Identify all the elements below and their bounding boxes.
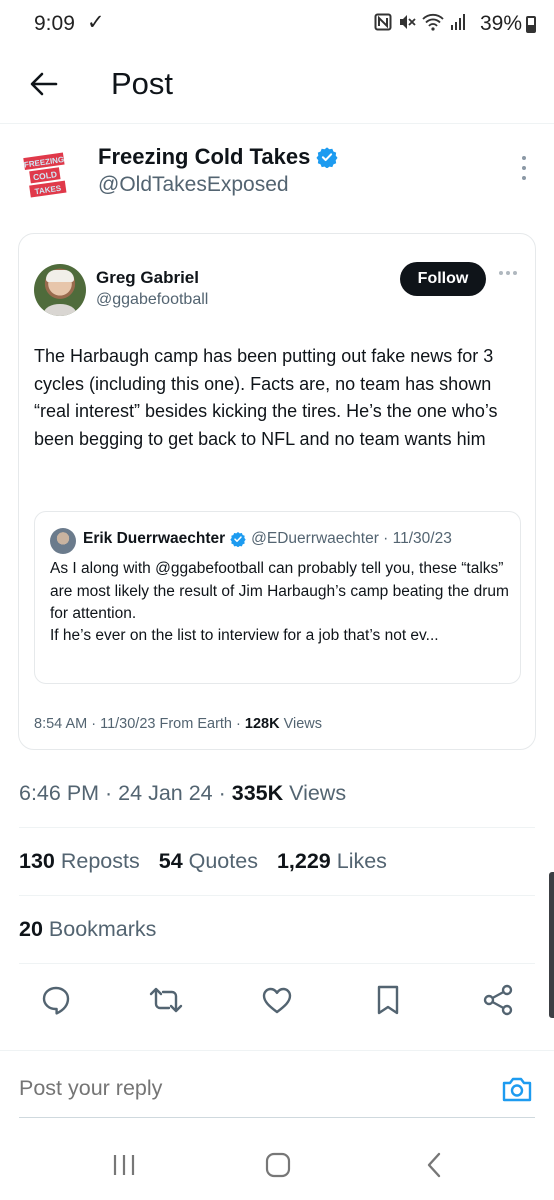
home-button[interactable] xyxy=(258,1148,298,1182)
battery-status: 39% xyxy=(480,12,536,36)
header: Post xyxy=(0,50,554,124)
quoted-tweet-text: As I along with @ggabefootball can proba… xyxy=(50,560,509,622)
wifi-icon xyxy=(422,13,444,31)
embedded-tweet-meta: 8:54 AM · 11/30/23 From Earth · 128K Vie… xyxy=(34,716,322,732)
arrow-left-icon xyxy=(30,72,58,96)
recent-apps-icon xyxy=(113,1155,135,1175)
bookmarks-count: 20 xyxy=(19,917,43,941)
quotes-label: Quotes xyxy=(182,849,258,873)
quotes-count: 54 xyxy=(158,849,183,873)
divider xyxy=(19,827,535,828)
post-views-count: 335K xyxy=(231,781,284,805)
back-button[interactable] xyxy=(26,66,62,102)
battery-percent: 39% xyxy=(479,12,522,35)
page-title: Post xyxy=(111,66,174,101)
reply-bar xyxy=(0,1050,554,1118)
scrollbar-thumb[interactable] xyxy=(549,872,554,1018)
signal-icon xyxy=(451,14,465,30)
likes-label: Likes xyxy=(330,849,387,873)
verified-badge-icon xyxy=(316,147,338,168)
home-icon xyxy=(265,1152,291,1178)
logo-line-2: COLD xyxy=(32,169,57,182)
repost-icon xyxy=(149,987,183,1013)
likes-stat[interactable]: 1,229 Likes xyxy=(277,849,387,874)
heart-icon xyxy=(262,987,292,1014)
action-bar xyxy=(0,982,554,1022)
embedded-tweet-timestamp: 8:54 AM · 11/30/23 From Earth · xyxy=(34,716,245,732)
bookmark-button[interactable] xyxy=(370,982,406,1018)
reply-button[interactable] xyxy=(38,982,74,1018)
repost-button[interactable] xyxy=(148,982,184,1018)
like-button[interactable] xyxy=(259,982,295,1018)
share-button[interactable] xyxy=(480,982,516,1018)
embedded-views-count: 128K xyxy=(244,716,280,732)
bookmarks-stat[interactable]: 20 Bookmarks xyxy=(19,917,156,942)
embedded-author-avatar[interactable] xyxy=(34,264,86,316)
more-options-icon[interactable] xyxy=(518,156,530,180)
quoted-tweet-text-continued: If he’s ever on the list to interview fo… xyxy=(50,627,439,644)
likes-count: 1,229 xyxy=(276,849,331,873)
quoted-author-name: Erik Duerrwaechter xyxy=(83,530,226,547)
reply-input[interactable] xyxy=(19,1076,439,1101)
reposts-label: Reposts xyxy=(54,849,140,873)
quotes-stat[interactable]: 54 Quotes xyxy=(159,849,258,874)
system-nav-bar xyxy=(0,1130,554,1200)
freezing-cold-takes-logo: FREEZING COLD TAKES xyxy=(23,152,67,198)
divider xyxy=(19,963,535,964)
embedded-tweet-card[interactable]: Greg Gabriel @ggabefootball Follow The H… xyxy=(18,233,536,750)
nav-back-button[interactable] xyxy=(414,1148,454,1182)
status-icons xyxy=(374,13,466,31)
recent-apps-button[interactable] xyxy=(104,1148,144,1182)
post-timestamp-views: 6:46 PM · 24 Jan 24 · 335K Views xyxy=(19,781,346,806)
bookmark-icon xyxy=(377,985,399,1015)
embedded-author-handle[interactable]: @ggabefootball xyxy=(96,291,208,309)
quoted-author-avatar xyxy=(50,528,76,554)
author-avatar[interactable]: FREEZING COLD TAKES xyxy=(20,149,74,203)
quoted-tweet-header: Erik Duerrwaechter @EDuerrwaechter · 11/… xyxy=(83,530,452,548)
reposts-count: 130 xyxy=(19,849,55,873)
author-name[interactable]: Freezing Cold Takes xyxy=(98,144,310,170)
embedded-author-name[interactable]: Greg Gabriel xyxy=(96,268,199,288)
reply-underline xyxy=(19,1117,535,1118)
share-icon xyxy=(483,984,513,1016)
embedded-more-icon[interactable] xyxy=(499,271,517,275)
verified-badge-icon xyxy=(230,532,246,547)
battery-icon xyxy=(526,15,536,33)
post-author: FREEZING COLD TAKES Freezing Cold Takes … xyxy=(0,124,554,224)
mute-icon xyxy=(400,15,416,29)
embedded-views-label: Views xyxy=(279,716,323,732)
quoted-handle-date: @EDuerrwaechter · 11/30/23 xyxy=(251,530,452,547)
quoted-tweet[interactable]: Erik Duerrwaechter @EDuerrwaechter · 11/… xyxy=(34,511,521,684)
follow-button[interactable]: Follow xyxy=(400,262,486,296)
chevron-left-icon xyxy=(427,1152,441,1178)
post-timestamp: 6:46 PM · 24 Jan 24 · xyxy=(19,781,232,805)
engagement-stats: 130 Reposts 54 Quotes 1,229 Likes xyxy=(19,849,387,874)
author-name-row[interactable]: Freezing Cold Takes xyxy=(98,144,338,170)
camera-icon xyxy=(502,1077,532,1102)
status-bar: 9:09 ✓ 39% xyxy=(0,0,554,50)
download-complete-icon: ✓ xyxy=(87,11,105,34)
reply-icon xyxy=(42,986,70,1015)
embedded-tweet-text: The Harbaugh camp has been putting out f… xyxy=(34,346,498,449)
post-views-label: Views xyxy=(283,781,347,805)
author-handle[interactable]: @OldTakesExposed xyxy=(98,173,289,197)
nfc-icon xyxy=(374,13,392,31)
divider xyxy=(19,895,535,896)
bookmarks-label: Bookmarks xyxy=(42,917,157,941)
camera-button[interactable] xyxy=(499,1071,535,1107)
reposts-stat[interactable]: 130 Reposts xyxy=(19,849,140,874)
status-time: 9:09 xyxy=(34,12,75,35)
